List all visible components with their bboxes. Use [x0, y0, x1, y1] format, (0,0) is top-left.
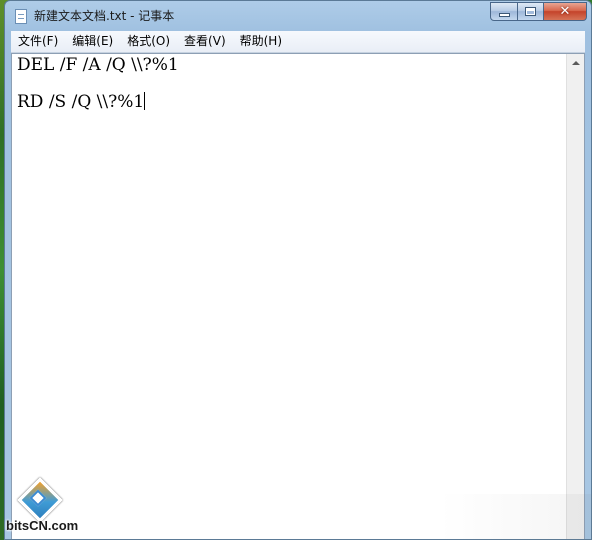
- text-line-2: [17, 74, 567, 92]
- watermark-overlay: [440, 494, 592, 540]
- minimize-icon: [499, 13, 509, 16]
- text-line-3-content: RD /S /Q \\?%1: [17, 92, 145, 112]
- window-controls: ✕: [490, 2, 587, 21]
- notepad-icon: [15, 9, 27, 24]
- maximize-button[interactable]: [518, 2, 544, 21]
- vertical-scrollbar[interactable]: [566, 54, 584, 539]
- text-caret: [144, 92, 146, 110]
- watermark-text: bitsCN.com: [6, 518, 79, 533]
- menu-bar: 文件(F) 编辑(E) 格式(O) 查看(V) 帮助(H): [11, 31, 585, 53]
- text-editor[interactable]: DEL /F /A /Q \\?%1 RD /S /Q \\?%1: [11, 53, 585, 539]
- close-button[interactable]: ✕: [544, 2, 587, 21]
- close-icon: ✕: [559, 4, 571, 19]
- menu-help[interactable]: 帮助(H): [233, 32, 289, 51]
- window-title: 新建文本文档.txt - 记事本: [34, 9, 175, 23]
- text-content[interactable]: DEL /F /A /Q \\?%1 RD /S /Q \\?%1: [12, 54, 567, 539]
- minimize-button[interactable]: [490, 2, 518, 21]
- title-bar[interactable]: 新建文本文档.txt - 记事本 ✕: [5, 1, 591, 31]
- up-arrow-icon: [571, 60, 580, 65]
- maximize-icon: [526, 8, 535, 15]
- menu-edit[interactable]: 编辑(E): [65, 32, 120, 51]
- scroll-up-button[interactable]: [567, 54, 584, 71]
- menu-view[interactable]: 查看(V): [177, 32, 233, 51]
- menu-file[interactable]: 文件(F): [11, 32, 65, 51]
- site-watermark: bitsCN.com: [0, 477, 90, 540]
- notepad-window: 新建文本文档.txt - 记事本 ✕ 文件(F) 编辑(E) 格式(O) 查看(…: [4, 0, 592, 540]
- menu-format[interactable]: 格式(O): [120, 32, 177, 51]
- text-line-1: DEL /F /A /Q \\?%1: [17, 55, 179, 75]
- text-line-3: RD /S /Q \\?%1: [17, 92, 567, 112]
